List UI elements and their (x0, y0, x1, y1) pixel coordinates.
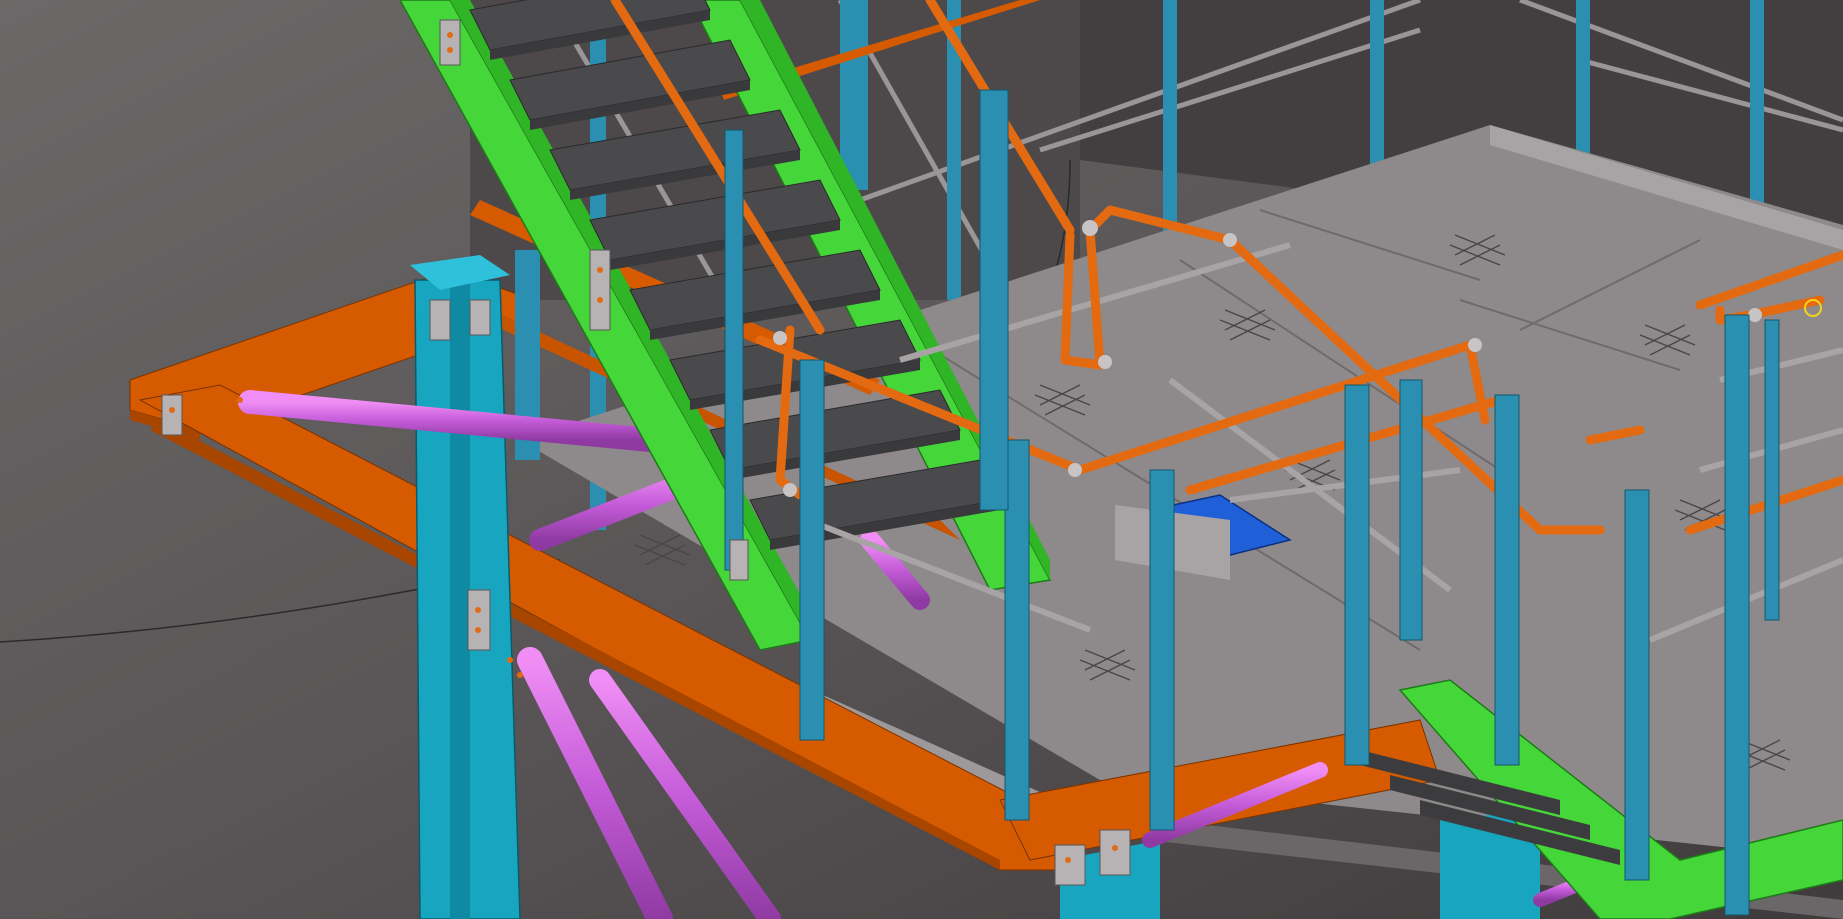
front-post-1 (799, 359, 825, 741)
front-post-10 (979, 89, 1009, 511)
front-post-4 (1344, 384, 1370, 766)
post-d (1750, 0, 1764, 230)
post-c (1576, 0, 1590, 160)
column-left-web (450, 280, 470, 919)
3d-model-viewport[interactable] (0, 0, 1843, 919)
model-canvas[interactable] (0, 0, 1843, 919)
post-f (840, 0, 868, 190)
front-post-7 (1624, 489, 1650, 881)
front-post-2 (1004, 439, 1030, 821)
front-post-8 (1724, 314, 1750, 916)
front-post-5 (1399, 379, 1423, 641)
post-b (1370, 0, 1384, 170)
front-post-3 (1149, 469, 1175, 831)
front-post-9 (1764, 319, 1780, 621)
front-post-6 (1494, 394, 1520, 766)
front-post-11 (724, 129, 744, 571)
